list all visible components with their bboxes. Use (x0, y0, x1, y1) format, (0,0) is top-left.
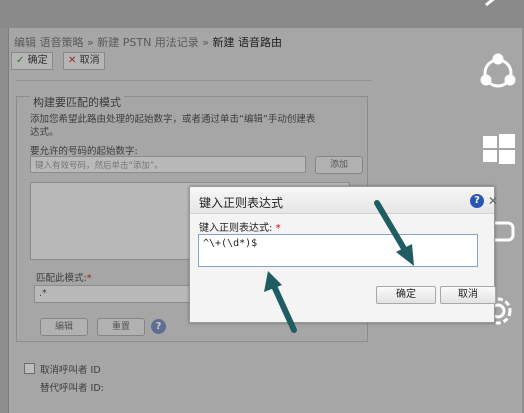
arrow-annotation (374, 200, 414, 266)
annotation-arrows (264, 200, 414, 333)
arrow-annotation (264, 271, 297, 333)
